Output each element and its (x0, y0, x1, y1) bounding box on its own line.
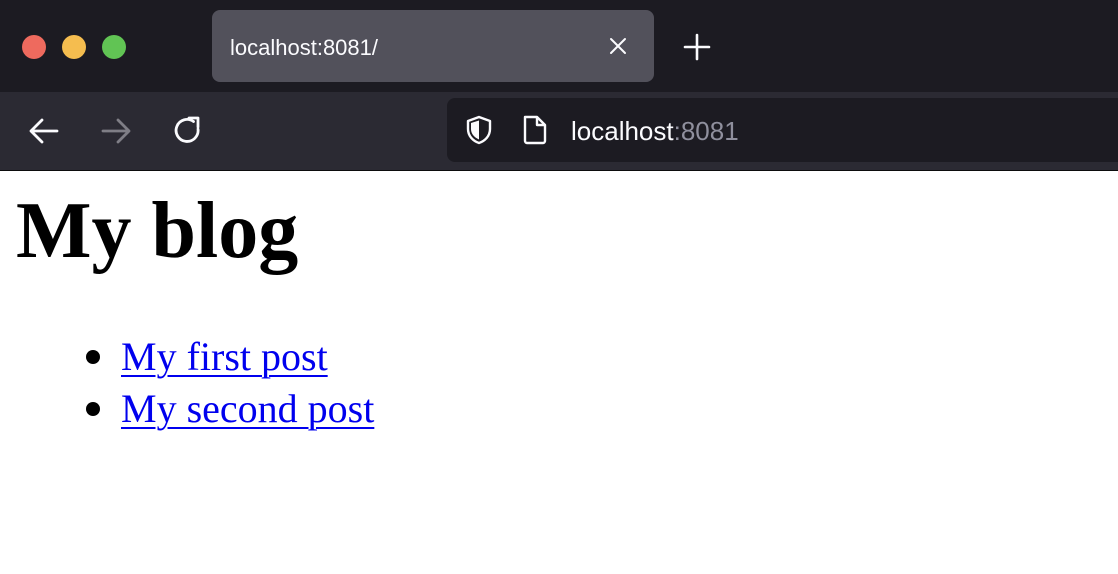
plus-icon[interactable] (682, 32, 712, 62)
page-content: My blog My first post My second post (0, 171, 1118, 574)
url-port: :8081 (673, 116, 739, 146)
tab-strip: localhost:8081/ (0, 0, 1118, 92)
maximize-window-button[interactable] (102, 35, 126, 59)
list-item: My second post (86, 383, 374, 435)
forward-arrow-icon[interactable] (99, 114, 133, 148)
list-item: My first post (86, 331, 374, 383)
minimize-window-button[interactable] (62, 35, 86, 59)
active-tab[interactable]: localhost:8081/ (212, 10, 654, 82)
page-icon (521, 114, 549, 146)
post-link-second[interactable]: My second post (121, 386, 374, 431)
url-host: localhost (571, 116, 674, 146)
navigation-toolbar: localhost:8081 (0, 92, 1118, 170)
back-arrow-icon[interactable] (27, 114, 61, 148)
close-icon[interactable] (608, 36, 628, 56)
post-list: My first post My second post (86, 331, 374, 435)
post-link-first[interactable]: My first post (121, 334, 328, 379)
url-text[interactable]: localhost:8081 (571, 98, 739, 162)
shield-icon[interactable] (463, 114, 495, 146)
bullet-icon (86, 350, 100, 364)
tab-title: localhost:8081/ (230, 35, 378, 60)
reload-icon[interactable] (171, 114, 205, 148)
page-title: My blog (16, 187, 299, 275)
bullet-icon (86, 402, 100, 416)
url-bar[interactable]: localhost:8081 (447, 98, 1118, 162)
close-window-button[interactable] (22, 35, 46, 59)
